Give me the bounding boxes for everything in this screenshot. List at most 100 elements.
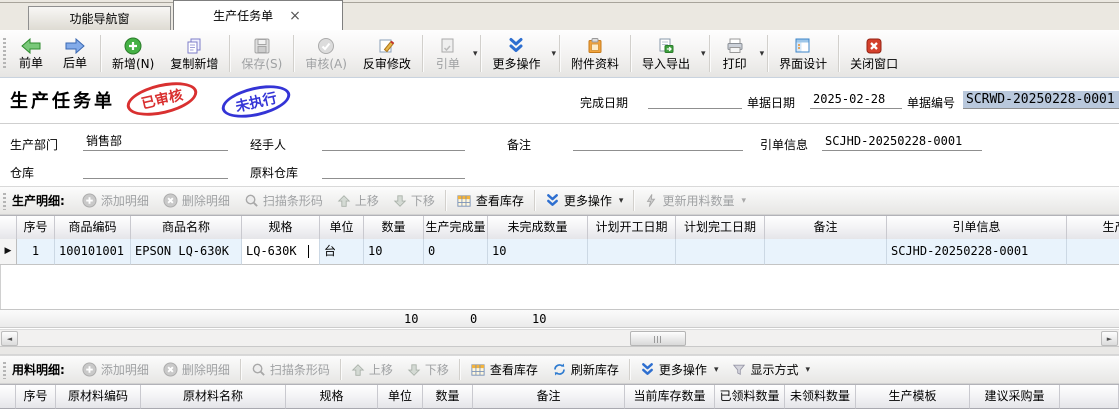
dept-field[interactable]: 销售部 [83,133,228,151]
toolbar-grip-handle[interactable] [3,193,6,210]
dropdown-caret-icon[interactable]: ▾ [701,49,706,59]
dropdown-caret-icon[interactable]: ▾ [551,49,556,59]
toolbar-grip-handle[interactable] [3,38,6,70]
mat-column-header[interactable]: 原材料名称 [141,385,286,409]
tab-doc[interactable]: 生产任务单 × [173,0,343,30]
prod-cell-seq[interactable]: 1 [17,239,55,265]
mat-column-header[interactable]: 单位 [378,385,423,409]
prod-add-row-button: 添加明细 [75,189,156,213]
prod-column-header[interactable]: 序号 [17,216,55,240]
print-button[interactable]: 打印 [713,30,757,77]
mat-more-actions-button[interactable]: 更多操作 ▾ [633,358,726,382]
copy-pages-icon [185,37,203,55]
doc-no-label: 单据编号 [907,94,955,111]
attachments-button[interactable]: 附件资料 [563,30,627,77]
prod-cell-remark[interactable] [765,239,887,265]
prod-cell-name[interactable]: EPSON LQ-630K [131,239,242,265]
more-actions-button[interactable]: 更多操作 [484,30,548,77]
scroll-left-icon[interactable]: ◄ [1,331,18,346]
scroll-right-icon[interactable]: ► [1101,331,1118,346]
mat-column-header[interactable]: 数量 [423,385,473,409]
mat-column-header[interactable]: 已领料数量 [715,385,785,409]
prod-column-header[interactable]: 单位 [320,216,364,240]
dropdown-caret-icon[interactable]: ▾ [805,365,810,375]
close-window-button[interactable]: 关闭窗口 [842,30,906,77]
prod-cell-plan-start[interactable] [588,239,676,265]
dropdown-caret-icon[interactable]: ▾ [714,365,719,375]
prod-table-row[interactable]: ▶ 1 100101001 EPSON LQ-630K LQ-630K 台 10… [0,239,1119,265]
mat-column-header[interactable]: 备注 [473,385,625,409]
mat-column-header[interactable]: 规格 [286,385,378,409]
material-warehouse-field[interactable] [322,161,465,179]
mat-view-stock-label: 查看库存 [490,361,538,378]
prod-column-header[interactable]: 引单信息 [887,216,1067,240]
doc-date-field[interactable]: 2025-02-28 [810,91,902,109]
remark-label: 备注 [507,136,531,153]
dropdown-caret-icon[interactable]: ▾ [619,196,624,206]
mat-column-header[interactable]: 当前库存数量 [625,385,715,409]
prev-doc-button[interactable]: 前单 [9,30,53,77]
prod-column-header[interactable]: 数量 [364,216,424,240]
refresh-icon [552,362,567,377]
prod-column-header[interactable]: 生产完成量 [424,216,488,240]
mat-refresh-stock-button[interactable]: 刷新库存 [545,358,626,382]
prod-column-header[interactable]: 规格 [242,216,320,240]
dropdown-caret-icon[interactable]: ▾ [741,196,746,206]
next-doc-button[interactable]: 后单 [53,30,97,77]
prod-column-header[interactable]: 计划完工日期 [676,216,765,240]
remark-field[interactable] [573,133,743,151]
prod-cell-plan-end[interactable] [676,239,765,265]
edit-pencil-icon [378,37,396,55]
tab-nav-label: 功能导航窗 [69,10,129,27]
prod-grid-empty-area[interactable] [0,265,1119,309]
section-splitter[interactable] [0,346,1119,355]
prod-more-actions-button[interactable]: 更多操作 ▾ [538,189,631,213]
finish-date-field[interactable] [648,91,742,109]
prod-header-indicator [0,216,17,240]
prod-cell-ref[interactable]: SCJHD-20250228-0001 [887,239,1067,265]
add-new-button[interactable]: 新增(N) [104,30,162,77]
horizontal-scrollbar[interactable]: ◄ ► [0,329,1119,346]
toolbar-grip-handle[interactable] [3,362,6,379]
prod-column-header[interactable]: 商品编码 [55,216,131,240]
prod-cell-spec-editing[interactable]: LQ-630K [242,239,320,265]
warehouse-field[interactable] [83,161,228,179]
tab-bar: 功能导航窗 生产任务单 × [0,0,1119,30]
mat-column-header[interactable]: 生产模板 [856,385,970,409]
dropdown-caret-icon[interactable]: ▾ [473,49,478,59]
mat-move-down-button: 下移 [400,358,456,382]
prod-view-stock-button[interactable]: 查看库存 [449,189,531,213]
mat-column-header[interactable]: 序号 [16,385,56,409]
unaudit-edit-button[interactable]: 反审修改 [355,30,419,77]
prod-cell-code[interactable]: 100101001 [55,239,131,265]
prod-column-header[interactable]: 生产模板 [1067,216,1119,240]
prod-cell-qty[interactable]: 10 [364,239,424,265]
ui-design-button[interactable]: 界面设计 [771,30,835,77]
tab-nav[interactable]: 功能导航窗 [28,6,171,30]
toolbar-separator [422,35,423,72]
prod-cell-unit[interactable]: 台 [320,239,364,265]
audit-button: 审核(A) [297,30,355,77]
dropdown-caret-icon[interactable]: ▾ [760,49,765,59]
mat-column-header[interactable]: 未领料数量 [785,385,856,409]
prod-cell-template[interactable] [1067,239,1119,265]
prod-column-header[interactable]: 未完成数量 [488,216,588,240]
copy-add-button[interactable]: 复制新增 [162,30,226,77]
mat-display-mode-label: 显示方式 [750,361,798,378]
prod-column-header[interactable]: 计划开工日期 [588,216,676,240]
prod-column-header[interactable]: 备注 [765,216,887,240]
doc-no-field[interactable]: SCRWD-20250228-0001 [963,91,1119,109]
prod-cell-undone[interactable]: 10 [488,239,588,265]
mat-column-header[interactable]: 原材料编码 [56,385,141,409]
close-tab-icon[interactable]: × [287,9,303,23]
mat-view-stock-button[interactable]: 查看库存 [463,358,545,382]
mat-display-mode-button[interactable]: 显示方式 ▾ [725,358,817,382]
scrollbar-thumb[interactable] [630,331,686,346]
prod-column-header[interactable]: 商品名称 [131,216,242,240]
mat-column-header[interactable]: 建议采购量 [970,385,1060,409]
check-circle-icon [317,37,335,55]
prod-cell-done[interactable]: 0 [424,239,488,265]
ref-info-field[interactable]: SCJHD-20250228-0001 [822,133,982,151]
handler-field[interactable] [322,133,465,151]
import-export-button[interactable]: 导入导出 [634,30,698,77]
